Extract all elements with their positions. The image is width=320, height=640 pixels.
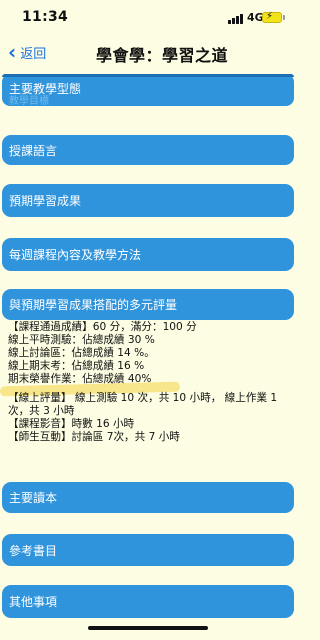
battery-cap: [283, 15, 285, 20]
charging-bolt-icon: ⚡: [266, 11, 274, 22]
assessment-line: 【師生互動】討論區 7次，共 7 小時: [8, 431, 180, 443]
section-label: 預期學習成果: [9, 194, 82, 208]
section-main-form[interactable]: 主要教學型態 教學目標: [2, 74, 294, 107]
home-indicator[interactable]: [88, 626, 208, 630]
assessment-line: 線上平時測驗：佔總成績 30 %: [8, 334, 155, 346]
section-references[interactable]: 參考書目: [2, 534, 294, 566]
assessment-line: 線上期末考：佔總成績 16 %: [8, 360, 145, 372]
battery-icon: ⚡: [262, 11, 282, 23]
assessment-line: 【線上評量】 線上測驗 10 次，共 10 小時， 線上作業 1 次，共 3 小…: [8, 392, 278, 417]
back-button[interactable]: ‹ 返回: [8, 41, 46, 63]
section-readings[interactable]: 主要讀本: [2, 482, 294, 513]
signal-icon: [228, 14, 244, 24]
nav-bar: ‹ 返回 學會學：學習之道: [0, 36, 296, 68]
chevron-left-icon: ‹: [8, 40, 17, 64]
section-label: 其他事項: [9, 595, 58, 609]
section-ghost-label: 教學目標: [9, 96, 49, 107]
assessment-line: 【課程通過成績】60 分，滿分：100 分: [8, 321, 197, 333]
section-outcomes[interactable]: 預期學習成果: [2, 184, 294, 217]
assessment-line: 期末榮譽作業：佔總成績 40%: [8, 373, 152, 385]
section-label: 與預期學習成果搭配的多元評量: [9, 298, 178, 312]
assessment-line: 【課程影音】時數 16 小時: [8, 418, 135, 430]
section-label: 參考書目: [9, 543, 58, 558]
status-time: 11:34: [22, 9, 69, 25]
section-top-edge: [2, 74, 294, 77]
back-label: 返回: [20, 46, 47, 62]
assessment-content: 【課程通過成績】60 分，滿分：100 分 線上平時測驗：佔總成績 30 % 線…: [8, 321, 292, 444]
section-assessment[interactable]: 與預期學習成果搭配的多元評量: [2, 289, 294, 320]
section-label: 授課語言: [9, 143, 58, 158]
section-language[interactable]: 授課語言: [2, 135, 294, 165]
section-label: 主要讀本: [9, 491, 58, 505]
section-other[interactable]: 其他事項: [2, 585, 294, 618]
section-label: 每週課程內容及教學方法: [9, 248, 142, 262]
section-weekly[interactable]: 每週課程內容及教學方法: [2, 238, 294, 271]
status-bar: 11:34 4G ⚡: [0, 0, 296, 36]
page-title: 學會學：學習之道: [95, 46, 228, 65]
assessment-line: 線上討論區：佔總成績 14 %。: [8, 347, 155, 359]
